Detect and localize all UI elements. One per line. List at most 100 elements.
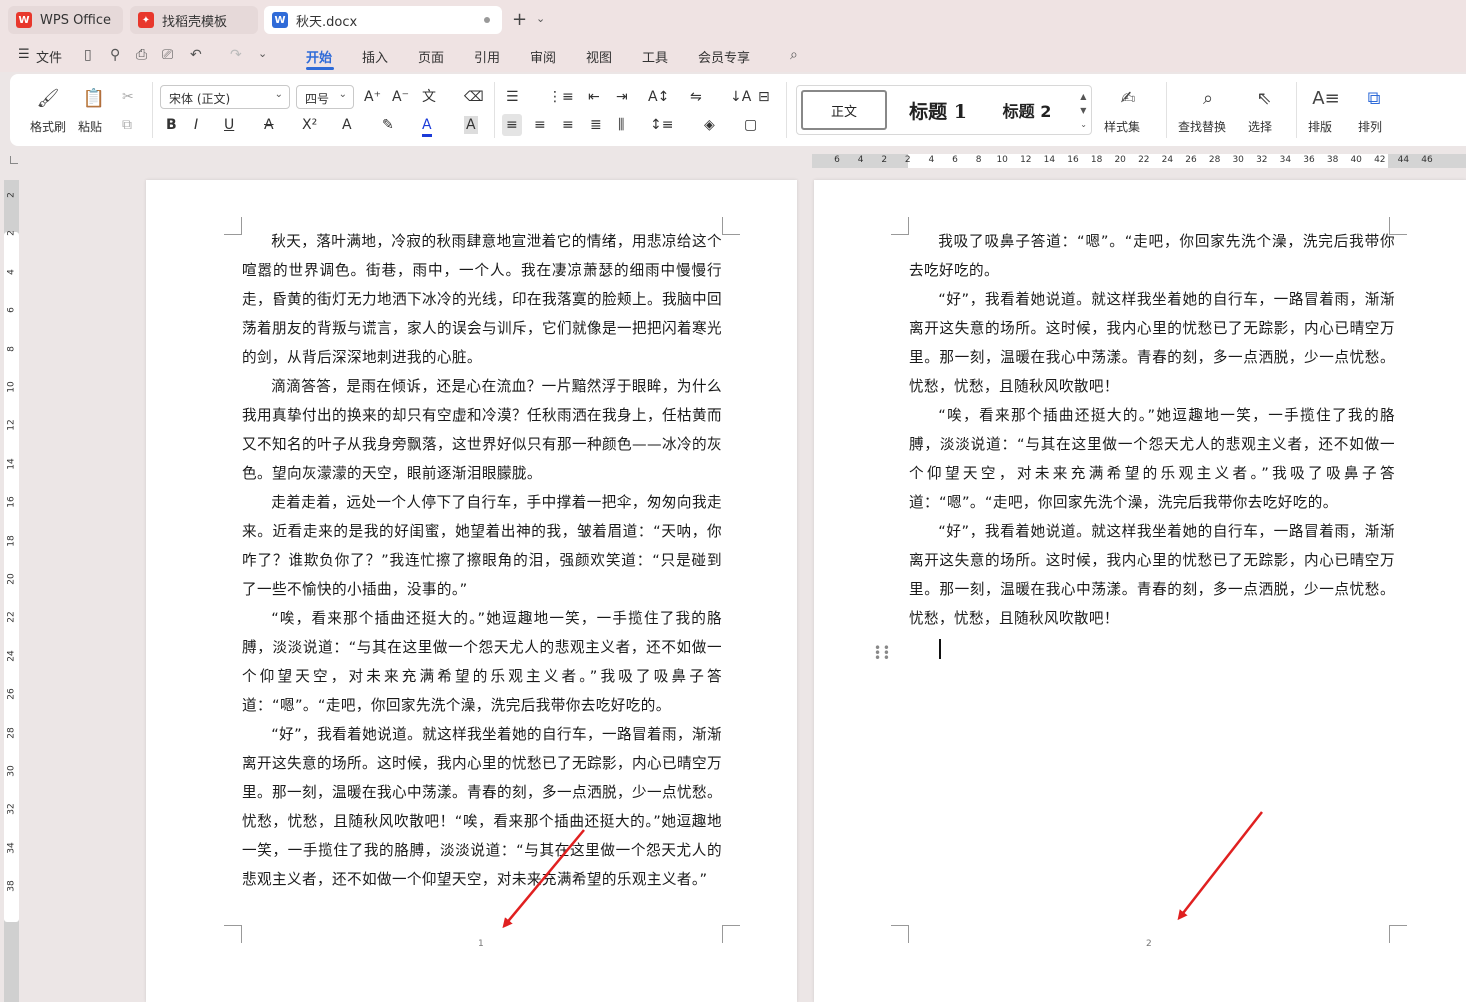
italic-icon[interactable]: I xyxy=(194,116,198,134)
menu-home[interactable]: 开始 xyxy=(306,47,332,66)
vertical-ruler[interactable]: 2 2 4 6 8 10 12 14 16 18 20 22 24 26 28 30 32 34 38 xyxy=(4,180,19,1002)
ribbon-separator xyxy=(786,82,787,138)
paragraph[interactable]: 秋天，落叶满地，冷寂的秋雨肆意地宣泄着它的情绪，用悲凉给这个喧嚣的世界调色。街巷… xyxy=(242,227,722,372)
paragraph-direction-icon[interactable]: ⇋ xyxy=(690,88,702,106)
paragraph[interactable]: “好”，我看着她说道。就这样我坐着她的自行车，一路冒着雨，渐渐离开这失意的场所。… xyxy=(909,517,1395,633)
font-size-select[interactable]: 四号 ⌄ xyxy=(296,85,354,109)
line-spacing-icon[interactable]: ↕≡ xyxy=(650,116,673,134)
print-preview-icon[interactable]: ⎚ xyxy=(162,47,173,63)
increase-font-icon[interactable]: A⁺ xyxy=(364,88,381,106)
export-icon[interactable]: ⚲ xyxy=(110,47,120,63)
paste-label[interactable]: 粘贴 xyxy=(78,118,102,135)
undo-icon[interactable]: ↶ xyxy=(190,47,202,63)
highlight-icon[interactable]: ✎ xyxy=(382,116,394,134)
word-doc-icon: W xyxy=(272,12,288,28)
sort-icon[interactable]: ↓A xyxy=(730,88,751,106)
ribbon-separator xyxy=(494,82,495,138)
font-color-icon[interactable]: A xyxy=(422,116,432,137)
arrange-label[interactable]: 排列 xyxy=(1358,118,1382,135)
borders-icon[interactable]: ▢ xyxy=(744,116,757,134)
shading-icon[interactable]: ◈ xyxy=(704,116,715,134)
ruler-tick: 26 xyxy=(6,688,17,700)
arrange-icon[interactable]: ⧉ xyxy=(1360,84,1388,112)
paragraph[interactable]: “好”，我看着她说道。就这样我坐着她的自行车，一路冒着雨，渐渐离开这失意的场所。… xyxy=(909,285,1395,401)
align-right-icon[interactable]: ≡ xyxy=(562,116,574,134)
search-icon[interactable]: ⌕ xyxy=(790,47,798,63)
strikethrough-icon[interactable]: A xyxy=(264,116,274,134)
text-effect-icon[interactable]: A xyxy=(342,116,352,134)
clear-format-icon[interactable]: ⌫ xyxy=(464,88,484,106)
paragraph[interactable]: “好”，我看着她说道。就这样我坐着她的自行车，一路冒着雨，渐渐离开这失意的场所。… xyxy=(242,720,722,894)
typesetting-icon[interactable]: A≡ xyxy=(1312,84,1340,112)
ruler-tick: 34 xyxy=(1279,155,1292,165)
distributed-icon[interactable]: ⫼ xyxy=(618,116,624,134)
chevron-down-icon[interactable]: ⌄ xyxy=(536,12,545,25)
bullet-list-icon[interactable]: ☰ xyxy=(506,88,519,106)
menu-file[interactable]: 文件 xyxy=(36,47,62,66)
document-page-2[interactable]: 我吸了吸鼻子答道：“嗯”。“走吧，你回家先洗个澡，洗完后我带你去吃好吃的。 “好… xyxy=(814,180,1466,1002)
tab-wps-office[interactable]: W WPS Office xyxy=(8,6,123,34)
ruler-tick: 4 xyxy=(928,155,935,165)
copy-icon[interactable]: ⧉ xyxy=(122,116,132,134)
print-icon[interactable]: ⎙ xyxy=(136,47,147,63)
menu-tools[interactable]: 工具 xyxy=(642,47,668,66)
superscript-icon[interactable]: X² xyxy=(302,116,317,134)
cut-icon[interactable]: ✂ xyxy=(122,88,134,106)
menu-references[interactable]: 引用 xyxy=(474,47,500,66)
show-marks-icon[interactable]: ⊟ xyxy=(758,88,770,106)
format-painter-icon[interactable]: 🖌 xyxy=(34,84,62,112)
new-tab-icon[interactable]: + xyxy=(512,10,527,30)
tab-docer-templates[interactable]: ✦ 找稻壳模板 xyxy=(130,6,258,34)
bold-icon[interactable]: B xyxy=(166,116,177,134)
ruler-row: 6 4 2 2 4 6 8 10 12 14 16 18 20 22 24 26 28 30 32 34 36 38 40 4… xyxy=(0,150,1466,174)
horizontal-ruler[interactable]: 6 4 2 2 4 6 8 10 12 14 16 18 20 22 24 26 28 30 32 34 36 38 40 4… xyxy=(812,154,1466,168)
justify-icon[interactable]: ≣ xyxy=(590,116,602,134)
redo-icon[interactable]: ↷ xyxy=(230,47,242,63)
align-left-icon[interactable]: ≡ xyxy=(502,114,522,136)
drag-handle-icon[interactable]: • • • • • • xyxy=(874,642,890,664)
paragraph[interactable]: “唉，看来那个插曲还挺大的。”她逗趣地一笑，一手揽住了我的胳膊，淡淡说道：“与其… xyxy=(909,401,1395,517)
paragraph[interactable]: 滴滴答答，是雨在倾诉，还是心在流血？一片黯然浮于眼眸，为什么我用真挚付出的换来的… xyxy=(242,372,722,488)
menu-page[interactable]: 页面 xyxy=(418,47,444,66)
typesetting-label[interactable]: 排版 xyxy=(1308,118,1332,135)
tab-document[interactable]: W 秋天.docx xyxy=(264,6,502,34)
menu-insert[interactable]: 插入 xyxy=(362,47,388,66)
menu-member[interactable]: 会员专享 xyxy=(698,47,750,66)
align-center-icon[interactable]: ≡ xyxy=(534,116,546,134)
style-heading-2[interactable]: 标题 2 xyxy=(997,90,1057,130)
paragraph[interactable]: “唉，看来那个插曲还挺大的。”她逗趣地一笑，一手揽住了我的胳膊，淡淡说道：“与其… xyxy=(242,604,722,720)
save-icon[interactable]: ▯ xyxy=(84,47,92,63)
decrease-indent-icon[interactable]: ⇤ xyxy=(588,88,600,106)
find-replace-label[interactable]: 查找替换 xyxy=(1178,118,1226,135)
paragraph[interactable]: 我吸了吸鼻子答道：“嗯”。“走吧，你回家先洗个澡，洗完后我带你去吃好吃的。 xyxy=(909,227,1395,285)
more-chevron-icon[interactable]: ⌄ xyxy=(258,47,267,60)
phonetic-guide-icon[interactable]: 文 xyxy=(422,88,436,106)
style-heading-1[interactable]: 标题 1 xyxy=(903,90,973,130)
gallery-scroll-icon[interactable]: ▲ ▼ ⌄ xyxy=(1080,90,1087,132)
increase-indent-icon[interactable]: ⇥ xyxy=(616,88,628,106)
hamburger-icon[interactable]: ☰ xyxy=(18,47,30,62)
select-label[interactable]: 选择 xyxy=(1248,118,1272,135)
find-replace-icon[interactable]: ⌕ xyxy=(1194,84,1222,112)
select-cursor-icon[interactable]: ⇖ xyxy=(1250,84,1278,112)
ruler-tick: 40 xyxy=(1350,155,1362,165)
text-direction-icon[interactable]: A↕ xyxy=(648,88,669,106)
char-shading-icon[interactable]: A xyxy=(464,116,478,134)
document-page-1[interactable]: 秋天，落叶满地，冷寂的秋雨肆意地宣泄着它的情绪，用悲凉给这个喧嚣的世界调色。街巷… xyxy=(146,180,797,1002)
page-body-text[interactable]: 我吸了吸鼻子答道：“嗯”。“走吧，你回家先洗个澡，洗完后我带你去吃好吃的。 “好… xyxy=(909,227,1395,633)
paste-icon[interactable]: 📋 xyxy=(80,84,108,112)
style-set-label[interactable]: 样式集 xyxy=(1104,118,1140,135)
format-painter-label[interactable]: 格式刷 xyxy=(30,118,66,135)
style-normal[interactable]: 正文 xyxy=(801,90,887,130)
paragraph[interactable]: 走着走着，远处一个人停下了自行车，手中撑着一把伞，匆匆向我走来。近看走来的是我的… xyxy=(242,488,722,604)
style-set-icon[interactable]: ✍ xyxy=(1114,84,1142,112)
menu-view[interactable]: 视图 xyxy=(586,47,612,66)
ruler-tick: 8 xyxy=(6,345,17,352)
font-name-select[interactable]: 宋体 (正文) ⌄ xyxy=(160,85,290,109)
decrease-font-icon[interactable]: A⁻ xyxy=(392,88,409,106)
menu-review[interactable]: 审阅 xyxy=(530,47,556,66)
numbered-list-icon[interactable]: ⋮≡ xyxy=(548,88,574,106)
underline-icon[interactable]: U xyxy=(224,116,234,134)
page-body-text[interactable]: 秋天，落叶满地，冷寂的秋雨肆意地宣泄着它的情绪，用悲凉给这个喧嚣的世界调色。街巷… xyxy=(242,227,722,894)
unsaved-dot-icon[interactable] xyxy=(484,17,490,23)
